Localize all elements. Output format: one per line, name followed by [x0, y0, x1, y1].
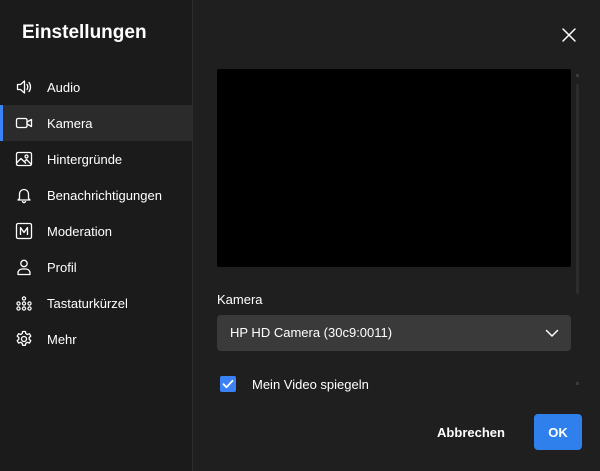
sidebar-item-profil[interactable]: Profil [0, 249, 192, 285]
camera-select-value: HP HD Camera (30c9:0011) [230, 325, 393, 340]
sidebar-item-tastaturkuerzel[interactable]: Tastaturkürzel [0, 285, 192, 321]
sidebar-item-label: Mehr [47, 331, 77, 347]
settings-sidebar: Einstellungen Audio Kamera Hintergründe … [0, 0, 193, 471]
sidebar-item-hintergruende[interactable]: Hintergründe [0, 141, 192, 177]
sidebar-item-label: Tastaturkürzel [47, 295, 128, 311]
sidebar-item-label: Audio [47, 79, 81, 95]
scrollbar-arrow-down[interactable] [576, 382, 579, 385]
sidebar-item-label: Moderation [47, 223, 113, 239]
camera-preview [217, 69, 571, 267]
sidebar-item-label: Benachrichtigungen [47, 187, 162, 203]
mirror-video-label: Mein Video spiegeln [252, 377, 369, 392]
shortcuts-icon [15, 294, 33, 312]
settings-dialog: Einstellungen Audio Kamera Hintergründe … [0, 0, 600, 471]
dialog-title: Einstellungen [22, 22, 147, 43]
camera-select[interactable]: HP HD Camera (30c9:0011) [217, 315, 571, 351]
gear-icon [15, 330, 33, 348]
settings-nav: Audio Kamera Hintergründe Benachrichtigu… [0, 69, 192, 357]
close-icon [562, 28, 576, 42]
scrollbar-thumb[interactable] [576, 84, 579, 294]
sidebar-item-moderation[interactable]: Moderation [0, 213, 192, 249]
sidebar-item-label: Profil [47, 259, 77, 275]
cancel-button[interactable]: Abbrechen [432, 414, 510, 450]
checkmark-icon [222, 379, 234, 389]
image-icon [15, 150, 33, 168]
mirror-video-checkbox[interactable] [220, 376, 236, 392]
sidebar-item-audio[interactable]: Audio [0, 69, 192, 105]
moderator-icon [15, 222, 33, 240]
ok-button[interactable]: OK [534, 414, 582, 450]
speaker-icon [15, 78, 33, 96]
sidebar-item-label: Hintergründe [47, 151, 123, 167]
sidebar-item-mehr[interactable]: Mehr [0, 321, 192, 357]
close-button[interactable] [559, 25, 579, 45]
sidebar-item-label: Kamera [47, 115, 93, 131]
scrollbar-arrow-up[interactable] [576, 74, 579, 77]
camera-field-label: Kamera [217, 292, 263, 307]
bell-icon [15, 186, 33, 204]
video-camera-icon [15, 114, 33, 132]
sidebar-item-benachrichtigungen[interactable]: Benachrichtigungen [0, 177, 192, 213]
user-icon [15, 258, 33, 276]
chevron-down-icon [544, 325, 560, 341]
sidebar-item-kamera[interactable]: Kamera [0, 105, 192, 141]
